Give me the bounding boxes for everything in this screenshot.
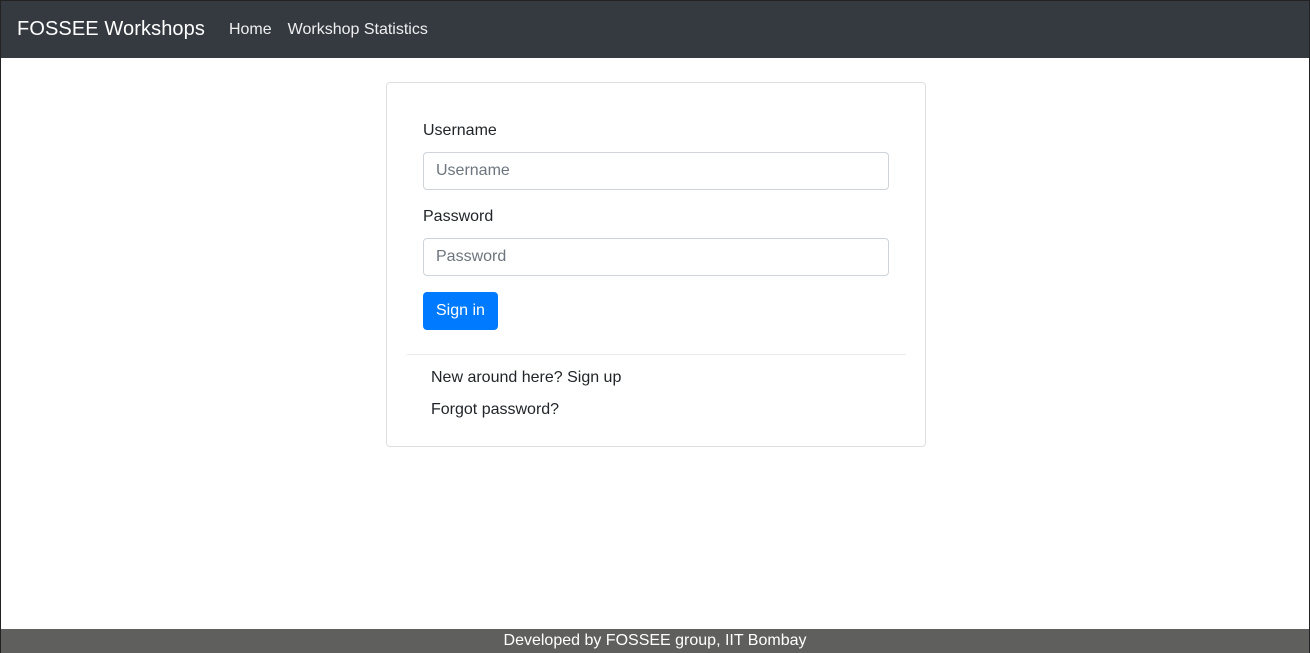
sign-in-button[interactable]: Sign in [423,292,498,330]
footer-text: Developed by FOSSEE group, IIT Bombay [503,632,807,649]
signup-link[interactable]: New around here? Sign up [431,369,621,387]
page-footer: Developed by FOSSEE group, IIT Bombay [1,629,1309,653]
password-label: Password [423,208,494,225]
username-label: Username [423,122,497,139]
username-input[interactable] [423,152,889,190]
nav-link-home[interactable]: Home [229,21,272,39]
nav-link-workshop-statistics[interactable]: Workshop Statistics [288,21,428,39]
login-card: Username Password Sign in New around her… [386,82,926,447]
brand-link[interactable]: FOSSEE Workshops [17,18,205,41]
top-navbar: FOSSEE Workshops Home Workshop Statistic… [1,1,1309,58]
password-input[interactable] [423,238,889,276]
page: FOSSEE Workshops Home Workshop Statistic… [0,0,1310,653]
card-divider [407,354,906,355]
forgot-password-link[interactable]: Forgot password? [431,401,559,419]
